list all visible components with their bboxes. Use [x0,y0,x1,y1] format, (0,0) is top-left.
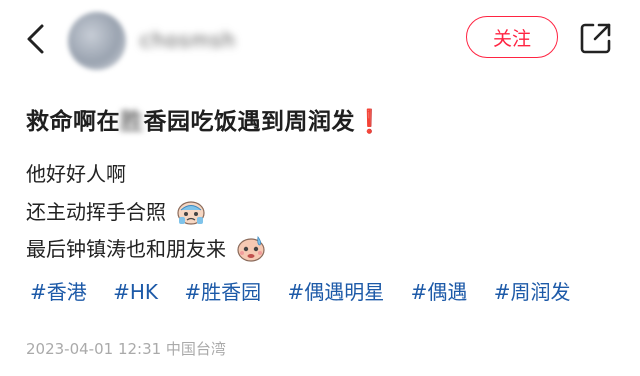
hashtag-shengxiangyuan[interactable]: #胜香园 [184,280,261,304]
share-icon [580,23,611,54]
post-line-1: 他好好人啊 [26,158,126,187]
hashtag-list: #香港 #HK #胜香园 #偶遇明星 #偶遇 #周润发 [30,276,591,305]
crying-emoji-icon [176,197,206,230]
post-meta: 2023-04-01 12:31 中国台湾 [26,340,226,358]
username[interactable]: chosmsh [140,28,236,52]
post-line-text: 还主动挥手合照 [26,200,166,224]
follow-button[interactable]: 关注 [466,16,558,58]
exclamation-icon: ❗ [355,109,385,135]
title-text-end: 香园吃饭遇到周润发 [143,109,355,135]
title-blurred-text: 胜 [120,109,144,135]
hashtag-zhourunfa[interactable]: #周润发 [494,280,571,304]
post-title: 救命啊在胜香园吃饭遇到周润发❗ [26,102,384,136]
avatar[interactable] [68,12,126,70]
back-button[interactable] [22,22,52,56]
post-line-2: 还主动挥手合照 [26,196,206,230]
hashtag-hk[interactable]: #HK [113,280,158,304]
top-bar: chosmsh 关注 [0,0,640,80]
hashtag-ouyumingxing[interactable]: #偶遇明星 [288,280,385,304]
post-line-3: 最后钟镇涛也和朋友来 [26,233,266,267]
share-button[interactable] [578,20,614,56]
hashtag-xianggang[interactable]: #香港 [30,280,87,304]
post-line-text: 最后钟镇涛也和朋友来 [26,237,226,261]
sweating-emoji-icon [236,234,266,267]
title-text-start: 救命啊在 [26,109,120,135]
chevron-left-icon [27,24,44,54]
hashtag-ouyu[interactable]: #偶遇 [411,280,468,304]
post-line-text: 他好好人啊 [26,162,126,186]
